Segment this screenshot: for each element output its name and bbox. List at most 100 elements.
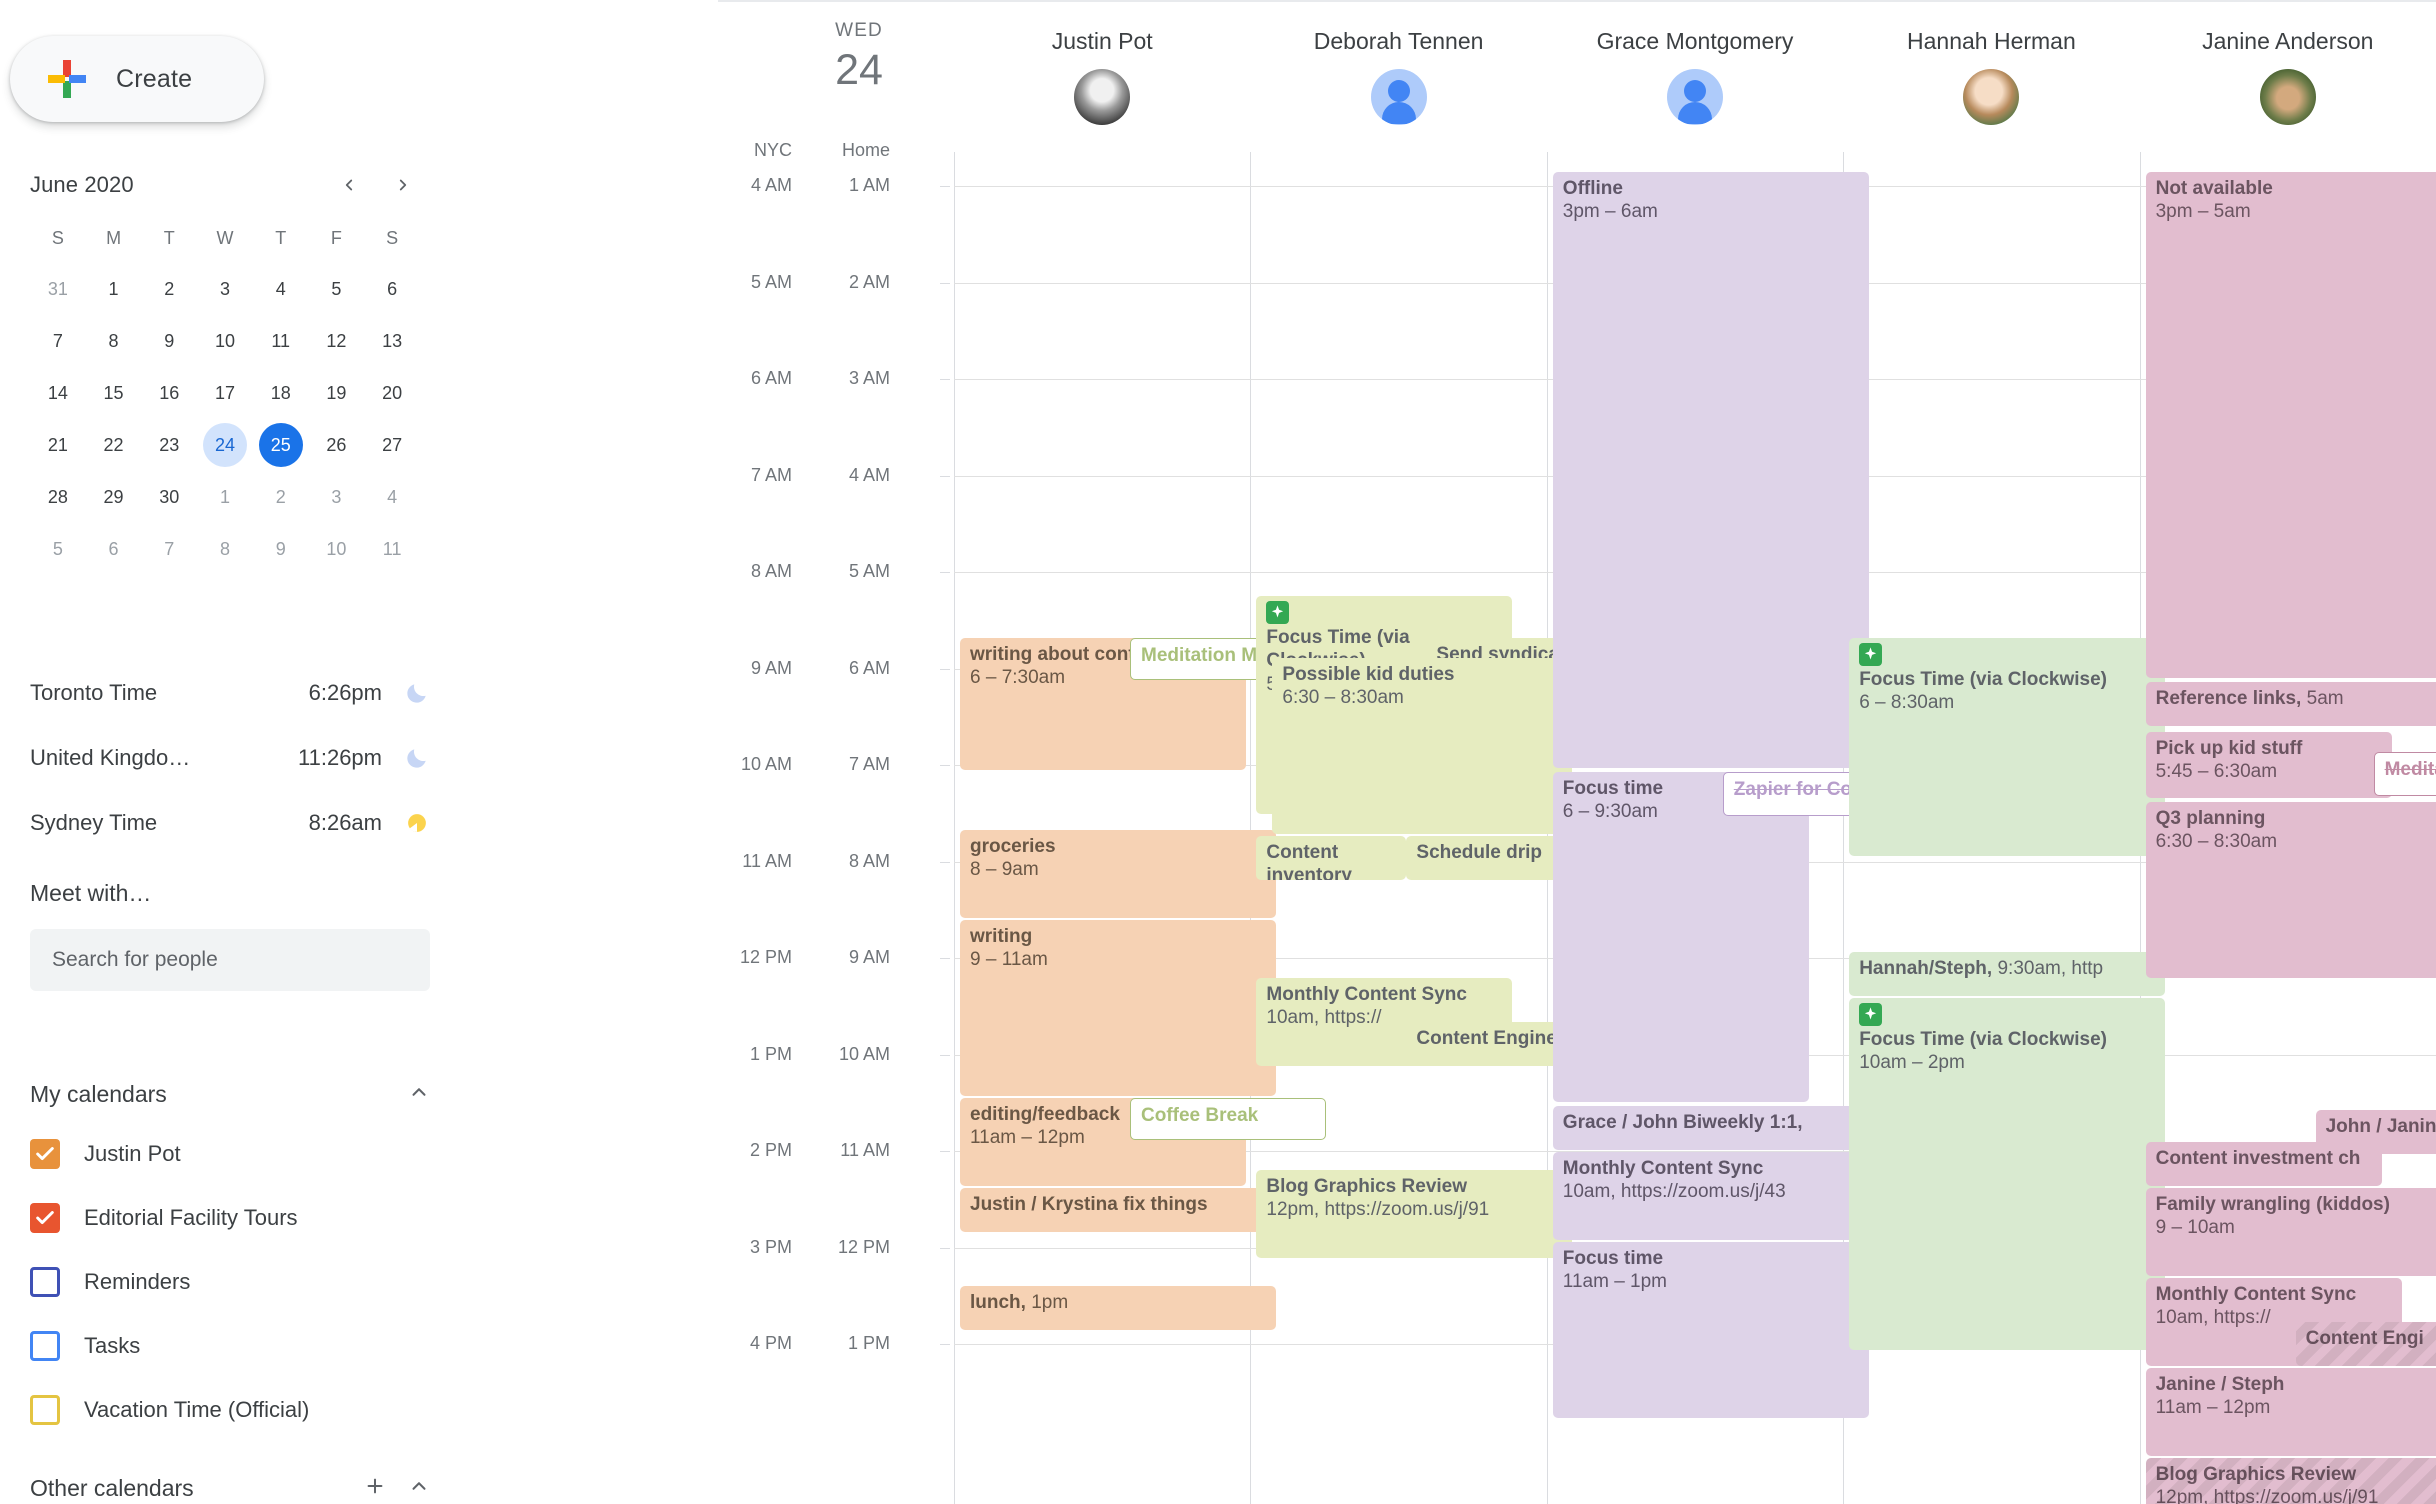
calendar-item-4[interactable]: Vacation Time (Official) — [30, 1378, 430, 1442]
mini-calendar-day[interactable]: 10 — [197, 319, 253, 363]
mini-calendar-day[interactable]: 30 — [141, 475, 197, 519]
mini-calendar-day[interactable]: 8 — [197, 527, 253, 571]
mini-calendar-day[interactable]: 26 — [309, 423, 365, 467]
checkbox-unchecked[interactable] — [30, 1395, 60, 1425]
mini-calendar-day[interactable]: 21 — [30, 423, 86, 467]
mini-calendar-day[interactable]: 5 — [309, 267, 365, 311]
calendar-event[interactable]: Content investment ch — [2145, 1142, 2382, 1186]
mini-calendar-day[interactable]: 16 — [141, 371, 197, 415]
calendar-event[interactable]: Blog Graphics Review 12pm, https://zoom.u… — [1256, 1170, 1573, 1258]
mini-calendar-day[interactable]: 20 — [364, 371, 420, 415]
person-header-1[interactable]: Deborah Tennen — [1250, 28, 1546, 125]
mini-calendar-day[interactable]: 5 — [30, 527, 86, 571]
checkbox-checked[interactable] — [30, 1203, 60, 1233]
calendar-event[interactable]: writing 9 – 11am — [960, 920, 1276, 1096]
person-header-0[interactable]: Justin Pot — [954, 28, 1250, 125]
mini-calendar-day[interactable]: 3 — [197, 267, 253, 311]
calendar-event[interactable]: Blog Graphics Review 12pm, https://zoom.u… — [2145, 1458, 2436, 1504]
checkbox-unchecked[interactable] — [30, 1331, 60, 1361]
mini-calendar-day[interactable]: 1 — [86, 267, 142, 311]
calendar-event[interactable]: Offline 3pm – 6am — [1552, 172, 1869, 768]
event-time: 3pm – 5am — [2155, 201, 2251, 223]
chevron-up-icon[interactable] — [408, 1081, 430, 1108]
mini-calendar-day[interactable]: 8 — [86, 319, 142, 363]
calendar-event[interactable]: Focus Time (via Clockwise) 6 – 8:30am — [1849, 638, 2166, 856]
calendar-event[interactable]: Justin / Krystina fix things — [960, 1188, 1276, 1232]
plus-icon[interactable] — [364, 1475, 386, 1502]
mini-calendar-day[interactable]: 7 — [141, 527, 197, 571]
mini-calendar-day[interactable]: 6 — [86, 527, 142, 571]
mini-calendar-day[interactable]: 19 — [309, 371, 365, 415]
mini-calendar-day[interactable]: 4 — [253, 267, 309, 311]
calendar-event[interactable]: Meditation M — [2373, 752, 2436, 796]
person-header-2[interactable]: Grace Montgomery — [1547, 28, 1843, 125]
mini-calendar-day[interactable]: 7 — [30, 319, 86, 363]
mini-calendar-day[interactable]: 2 — [253, 475, 309, 519]
calendar-event[interactable]: Content inventory — [1256, 836, 1407, 880]
mini-calendar-day[interactable]: 10 — [309, 527, 365, 571]
calendar-event[interactable]: Family wrangling (kiddos) 9 – 10am — [2145, 1188, 2436, 1276]
avatar[interactable] — [2259, 69, 2316, 125]
mini-calendar-day[interactable]: 15 — [86, 371, 142, 415]
calendar-event[interactable]: Focus time 6 – 9:30am — [1552, 772, 1809, 1102]
chevron-up-icon[interactable] — [408, 1475, 430, 1502]
mini-calendar-day[interactable]: 17 — [197, 371, 253, 415]
calendar-event[interactable]: Not available 3pm – 5am — [2145, 172, 2436, 678]
chevron-left-icon[interactable] — [332, 168, 366, 202]
mini-calendar-day[interactable]: 22 — [86, 423, 142, 467]
calendar-event[interactable]: Grace / John Biweekly 1:1, — [1552, 1106, 1869, 1150]
avatar[interactable] — [1370, 69, 1427, 125]
person-header-3[interactable]: Hannah Herman — [1843, 28, 2139, 125]
calendar-event[interactable]: Q3 planning 6:30 – 8:30am — [2145, 802, 2436, 978]
calendar-event[interactable]: Reference links, 5am — [2145, 682, 2436, 726]
calendar-item-0[interactable]: Justin Pot — [30, 1122, 430, 1186]
mini-calendar-day[interactable]: 2 — [141, 267, 197, 311]
mini-calendar-day[interactable]: 31 — [30, 267, 86, 311]
calendar-event[interactable]: Possible kid duties 6:30 – 8:30am — [1272, 658, 1573, 834]
person-header-4[interactable]: Janine Anderson — [2140, 28, 2436, 125]
mini-calendar-grid[interactable]: S M T W T F S 31 1 2 3 4 5 6 7 8 9 10 11 12 13 14 15 16 17 18 19 20… — [30, 222, 420, 571]
mini-calendar-day-number: 4 — [275, 279, 286, 299]
mini-calendar-day[interactable]: 23 — [141, 423, 197, 467]
mini-calendar-day[interactable]: 13 — [364, 319, 420, 363]
calendar-event[interactable]: Pick up kid stuff 5:45 – 6:30am — [2145, 732, 2392, 798]
other-calendars-header[interactable]: Other calendars — [30, 1460, 430, 1504]
day-header[interactable]: WED 24 — [774, 20, 944, 93]
calendar-event[interactable]: Content Engi — [2295, 1322, 2436, 1366]
avatar[interactable] — [1074, 69, 1131, 125]
calendar-event[interactable]: Janine / Steph 11am – 12pm — [2145, 1368, 2436, 1456]
mini-calendar-day[interactable]: 12 — [309, 319, 365, 363]
calendar-event[interactable]: Focus Time (via Clockwise) 10am – 2pm — [1849, 998, 2166, 1350]
mini-calendar-day[interactable]: 1 — [197, 475, 253, 519]
mini-calendar-day[interactable]: 29 — [86, 475, 142, 519]
chevron-right-icon[interactable] — [386, 168, 420, 202]
mini-calendar-day[interactable]: 28 — [30, 475, 86, 519]
calendar-event[interactable]: groceries 8 – 9am — [960, 830, 1276, 918]
create-button[interactable]: Create — [10, 36, 264, 122]
calendar-item-2[interactable]: Reminders — [30, 1250, 430, 1314]
mini-calendar-day[interactable]: 6 — [364, 267, 420, 311]
calendar-event[interactable]: Monthly Content Sync 10am, https://zoom.u… — [1552, 1152, 1869, 1240]
mini-calendar-day[interactable]: 14 — [30, 371, 86, 415]
calendar-item-1[interactable]: Editorial Facility Tours — [30, 1186, 430, 1250]
avatar[interactable] — [1666, 69, 1723, 125]
mini-calendar-day[interactable]: 11 — [364, 527, 420, 571]
mini-calendar-day[interactable]: 4 — [364, 475, 420, 519]
calendar-event[interactable]: Hannah/Steph, 9:30am, http — [1849, 952, 2166, 996]
mini-calendar-day[interactable]: 24 — [197, 423, 253, 467]
mini-calendar-day[interactable]: 18 — [253, 371, 309, 415]
search-people-input[interactable] — [30, 929, 430, 991]
my-calendars-header[interactable]: My calendars — [30, 1066, 430, 1122]
mini-calendar-day[interactable]: 9 — [141, 319, 197, 363]
mini-calendar-day[interactable]: 11 — [253, 319, 309, 363]
calendar-event[interactable]: Focus time 11am – 1pm — [1552, 1242, 1869, 1418]
mini-calendar-day[interactable]: 9 — [253, 527, 309, 571]
mini-calendar-day[interactable]: 27 — [364, 423, 420, 467]
mini-calendar-day[interactable]: 25 — [253, 423, 309, 467]
mini-calendar-day[interactable]: 3 — [309, 475, 365, 519]
avatar[interactable] — [1963, 69, 2020, 125]
calendar-item-3[interactable]: Tasks — [30, 1314, 430, 1378]
checkbox-unchecked[interactable] — [30, 1267, 60, 1297]
calendar-event[interactable]: lunch, 1pm — [960, 1286, 1276, 1330]
checkbox-checked[interactable] — [30, 1139, 60, 1169]
